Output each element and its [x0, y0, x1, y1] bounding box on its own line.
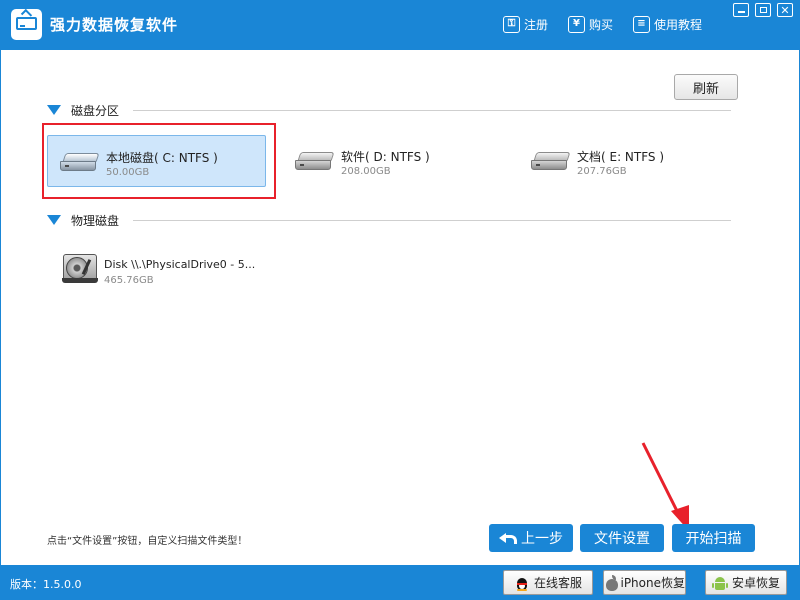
physical-disk-size: 465.76GB — [104, 275, 154, 286]
maximize-icon — [759, 7, 767, 13]
maximize-button[interactable] — [755, 3, 771, 17]
close-icon: ✕ — [780, 3, 790, 17]
physical-hard-disk-icon — [62, 254, 98, 283]
online-support-label: 在线客服 — [533, 576, 582, 590]
partition-size: 50.00GB — [106, 167, 150, 178]
physical-section-header[interactable]: 物理磁盘 — [47, 212, 731, 228]
partition-item-e[interactable]: 文档( E: NTFS ) 207.76GB — [519, 135, 719, 187]
help-label: 使用教程 — [654, 17, 703, 32]
refresh-button[interactable]: 刷新 — [674, 74, 738, 100]
partitions-section-label: 磁盘分区 — [71, 103, 120, 118]
buy-label: 购买 — [589, 17, 614, 32]
section-divider — [133, 219, 731, 221]
register-label: 注册 — [524, 17, 549, 32]
hard-drive-icon — [529, 152, 573, 170]
status-bar: 版本：1.5.0.0 在线客服 iPhone恢复 安卓恢复 — [0, 565, 800, 600]
partition-name: 本地磁盘( C: NTFS ) — [106, 151, 218, 165]
back-arrow-icon — [499, 532, 517, 544]
previous-step-label: 上一步 — [521, 531, 563, 547]
help-link[interactable]: ≡ 使用教程 — [633, 14, 702, 34]
apple-icon — [604, 574, 618, 591]
partition-name: 软件( D: NTFS ) — [341, 150, 430, 164]
partition-item-c[interactable]: 本地磁盘( C: NTFS ) 50.00GB — [47, 135, 266, 187]
close-button[interactable]: ✕ — [777, 3, 793, 17]
main-content: 刷新 磁盘分区 本地磁盘( C: NTFS ) 50.00GB 软件( D: N… — [0, 50, 800, 565]
title-bar: 强力数据恢复软件 ⚿ 注册 ¥ 购买 ≡ 使用教程 ✕ — [0, 0, 800, 50]
android-recovery-button[interactable]: 安卓恢复 — [705, 570, 787, 595]
hard-drive-icon — [58, 153, 102, 171]
partition-name: 文档( E: NTFS ) — [577, 150, 665, 164]
collapse-triangle-icon — [47, 215, 61, 225]
physical-disk-name: Disk \\.\PhysicalDrive0 - 5... — [104, 258, 256, 271]
register-link[interactable]: ⚿ 注册 — [503, 14, 548, 34]
yen-icon: ¥ — [568, 15, 585, 33]
version-text: 版本：1.5.0.0 — [10, 578, 82, 591]
hint-text: 点击“文件设置”按钮，自定义扫描文件类型！ — [47, 536, 248, 547]
start-scan-button[interactable]: 开始扫描 — [672, 524, 755, 552]
android-icon — [711, 575, 728, 591]
iphone-recovery-label: iPhone恢复 — [620, 576, 685, 590]
android-recovery-label: 安卓恢复 — [731, 576, 780, 590]
iphone-recovery-button[interactable]: iPhone恢复 — [603, 570, 686, 595]
online-support-button[interactable]: 在线客服 — [503, 570, 593, 595]
help-doc-icon: ≡ — [633, 15, 650, 33]
app-title: 强力数据恢复软件 — [50, 16, 179, 34]
partition-size: 208.00GB — [341, 166, 391, 177]
physical-section-label: 物理磁盘 — [71, 213, 120, 228]
partitions-section-header[interactable]: 磁盘分区 — [47, 102, 731, 118]
collapse-triangle-icon — [47, 105, 61, 115]
red-pointer-arrow — [641, 442, 689, 531]
section-divider — [133, 109, 731, 111]
previous-step-button[interactable]: 上一步 — [489, 524, 573, 552]
file-settings-button[interactable]: 文件设置 — [580, 524, 664, 552]
physical-disk-item[interactable]: Disk \\.\PhysicalDrive0 - 5... 465.76GB — [51, 247, 271, 299]
key-icon: ⚿ — [503, 15, 520, 33]
qq-penguin-icon — [514, 575, 530, 591]
partition-size: 207.76GB — [577, 166, 627, 177]
app-logo-icon — [11, 8, 42, 40]
minimize-icon — [737, 11, 745, 13]
buy-link[interactable]: ¥ 购买 — [568, 14, 613, 34]
partition-item-d[interactable]: 软件( D: NTFS ) 208.00GB — [283, 135, 483, 187]
minimize-button[interactable] — [733, 3, 749, 17]
hard-drive-icon — [293, 152, 337, 170]
